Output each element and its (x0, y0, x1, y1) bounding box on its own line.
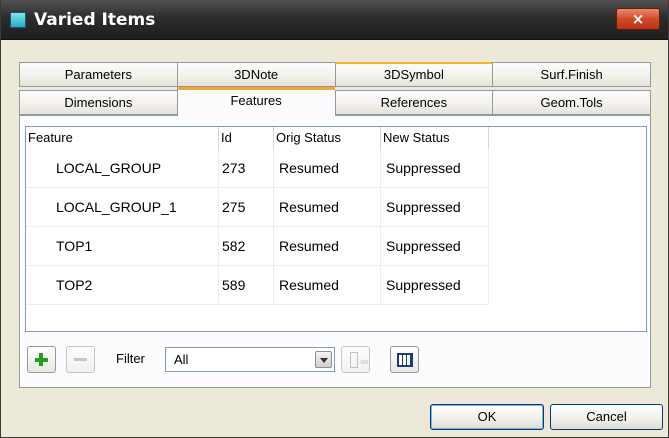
filler-cell (489, 149, 646, 188)
filter-dropdown[interactable]: All (165, 347, 335, 372)
id-cell: 275 (219, 188, 274, 227)
column-header-id[interactable]: Id (219, 127, 274, 149)
feature-cell: LOCAL_GROUP_1 (26, 188, 219, 227)
feature-cell: TOP1 (26, 227, 219, 266)
table-row[interactable]: TOP2 589 Resumed Suppressed (26, 266, 646, 305)
column-header-feature[interactable]: Feature (26, 127, 219, 149)
table-row[interactable]: TOP1 582 Resumed Suppressed (26, 227, 646, 266)
cancel-button[interactable]: Cancel (550, 404, 663, 430)
minus-icon (74, 358, 87, 361)
tab-references[interactable]: References (334, 90, 493, 115)
title-bar[interactable]: Varied Items × (1, 0, 668, 40)
table-row[interactable]: LOCAL_GROUP_1 275 Resumed Suppressed (26, 188, 646, 227)
chevron-down-icon[interactable] (315, 351, 332, 368)
list-icon (350, 352, 368, 368)
filler-cell (489, 188, 646, 227)
ok-button[interactable]: OK (430, 404, 544, 430)
add-button[interactable] (27, 346, 56, 373)
window-title: Varied Items (34, 10, 156, 30)
tab-geom-tols[interactable]: Geom.Tols (492, 90, 651, 115)
varied-items-dialog: Varied Items × Parameters 3DNote 3DSymbo… (0, 0, 669, 438)
filler-cell (489, 266, 646, 305)
column-header-filler (489, 127, 646, 149)
orig-status-cell: Resumed (274, 149, 381, 188)
feature-cell: LOCAL_GROUP (26, 149, 219, 188)
features-panel: Feature Id Orig Status New Status LOCAL_… (19, 115, 651, 388)
feature-cell: TOP2 (26, 266, 219, 305)
tab-row-front: Dimensions Features References Geom.Tols (19, 87, 651, 116)
tab-parameters[interactable]: Parameters (19, 62, 177, 87)
tab-row-back: Parameters 3DNote 3DSymbol Surf.Finish (19, 62, 651, 87)
tab-dimensions[interactable]: Dimensions (19, 90, 177, 115)
new-status-cell[interactable]: Suppressed (381, 149, 489, 188)
column-header-new-status[interactable]: New Status (381, 127, 489, 149)
tab-3dnote[interactable]: 3DNote (176, 62, 335, 87)
column-header-orig-status[interactable]: Orig Status (274, 127, 381, 149)
tab-features[interactable]: Features (176, 87, 335, 116)
table-row[interactable]: LOCAL_GROUP 273 Resumed Suppressed (26, 149, 646, 188)
orig-status-cell: Resumed (274, 266, 381, 305)
plus-icon (35, 353, 48, 366)
new-status-cell[interactable]: Suppressed (381, 188, 489, 227)
tab-3dsymbol[interactable]: 3DSymbol (334, 62, 493, 87)
new-status-cell[interactable]: Suppressed (381, 266, 489, 305)
filler-cell (489, 227, 646, 266)
features-table[interactable]: Feature Id Orig Status New Status LOCAL_… (25, 126, 647, 332)
table-toolbar: Filter All (25, 345, 647, 375)
id-cell: 582 (219, 227, 274, 266)
tab-surf-finish[interactable]: Surf.Finish (492, 62, 651, 87)
id-cell: 273 (219, 149, 274, 188)
columns-button[interactable] (390, 346, 419, 373)
columns-icon (397, 353, 413, 367)
app-icon (10, 12, 26, 28)
table-header: Feature Id Orig Status New Status (26, 127, 646, 149)
new-status-cell[interactable]: Suppressed (381, 227, 489, 266)
list-options-button[interactable] (341, 346, 370, 373)
filter-label: Filter (116, 351, 145, 366)
orig-status-cell: Resumed (274, 188, 381, 227)
filter-value: All (174, 352, 189, 367)
id-cell: 589 (219, 266, 274, 305)
remove-button[interactable] (66, 346, 95, 373)
close-button[interactable]: × (616, 8, 660, 30)
orig-status-cell: Resumed (274, 227, 381, 266)
